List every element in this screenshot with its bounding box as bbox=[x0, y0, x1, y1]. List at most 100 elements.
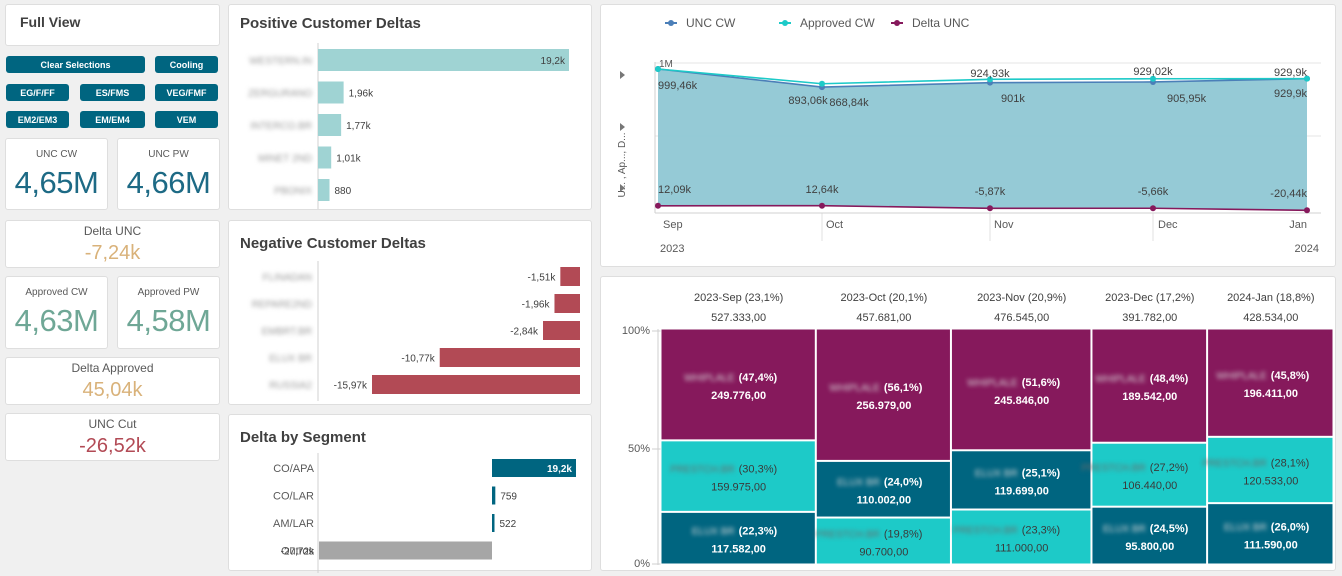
segment-value: 117.582,00 bbox=[711, 544, 765, 556]
bar bbox=[543, 321, 580, 340]
clear-selections-button[interactable]: Clear Selections bbox=[6, 56, 145, 73]
segment-name: PRESTCH.BR bbox=[1081, 463, 1145, 474]
data-label: 929,9k bbox=[1274, 67, 1308, 79]
segment-name: WHIPLALE bbox=[1095, 374, 1146, 385]
negative-deltas-chart: FLINADAN -1,51k REPARE2ND -1,96k EMBRT.BR -2,… bbox=[252, 261, 580, 401]
kpi-approved-cw: Approved CW 4,63M bbox=[5, 276, 108, 349]
segment-name: ELUX BR bbox=[1103, 524, 1146, 535]
data-point bbox=[655, 202, 661, 209]
column-total: 476.545,00 bbox=[994, 312, 1049, 324]
filter-veg-fmf-button[interactable]: VEG/FMF bbox=[155, 84, 218, 101]
kpi-unc-cw: UNC CW 4,65M bbox=[5, 138, 108, 210]
column-total: 457.681,00 bbox=[856, 312, 911, 324]
kpi-label: UNC CW bbox=[35, 149, 78, 160]
data-label: 12,64k bbox=[805, 184, 839, 196]
segment-block bbox=[1207, 436, 1334, 504]
filter-vem-button[interactable]: VEM bbox=[155, 111, 218, 128]
bar bbox=[372, 375, 580, 394]
kpi-value: 4,58M bbox=[126, 303, 211, 338]
segment-block bbox=[660, 511, 816, 565]
category-label: CO/LAR bbox=[273, 491, 314, 503]
data-label: -1,51k bbox=[528, 273, 557, 284]
data-label: -15,97k bbox=[334, 381, 368, 392]
bar bbox=[560, 267, 580, 286]
segment-name: WHIPLALE bbox=[829, 383, 880, 394]
bar bbox=[318, 179, 330, 201]
bar bbox=[318, 81, 344, 104]
segment-pct: (24,5%) bbox=[1150, 523, 1189, 535]
sheet-title-card: Full View bbox=[5, 4, 220, 46]
legend-label: Delta UNC bbox=[912, 16, 970, 30]
column-total: 428.534,00 bbox=[1243, 312, 1298, 324]
data-label: 901k bbox=[1001, 93, 1025, 105]
kpi-label: Approved CW bbox=[25, 287, 88, 298]
expand-arrow-icon bbox=[620, 71, 625, 79]
data-label: 19,2k bbox=[541, 56, 566, 67]
bar bbox=[554, 294, 580, 313]
trend-chart: UNC CW Approved CW Delta UNC1MU... , Ap...… bbox=[617, 16, 1321, 255]
segment-block bbox=[950, 450, 1092, 510]
data-label: 905,95k bbox=[1167, 93, 1207, 105]
data-label: 893,06k bbox=[788, 95, 828, 107]
data-label: 999,46k bbox=[658, 80, 698, 92]
kpi-label: Delta UNC bbox=[83, 224, 142, 238]
segment-name: WHIPLALE bbox=[1216, 371, 1267, 382]
positive-deltas-title: Positive Customer Deltas bbox=[240, 15, 421, 32]
filter-eg-f-ff-button[interactable]: EG/F/FF bbox=[6, 84, 69, 101]
data-point bbox=[1150, 205, 1156, 212]
segment-pct: (47,4%) bbox=[739, 372, 778, 384]
segment-pct: (45,8%) bbox=[1271, 370, 1310, 382]
filter-es-fms-button[interactable]: ES/FMS bbox=[80, 84, 145, 101]
data-label: 1,96k bbox=[349, 89, 374, 100]
segment-block bbox=[1091, 442, 1208, 507]
column-total: 391.782,00 bbox=[1122, 312, 1177, 324]
trend-card: UNC CW Approved CW Delta UNC 1M U... , Ap...… bbox=[600, 4, 1336, 267]
column-title: 2024-Jan (18,8%) bbox=[1227, 292, 1314, 304]
segment-pct: (28,1%) bbox=[1271, 457, 1310, 469]
positive-deltas-card: Positive Customer Deltas WESTERN.IN 19,2k… bbox=[228, 4, 592, 210]
segment-value: 249.776,00 bbox=[711, 390, 766, 402]
kpi-label: UNC PW bbox=[148, 149, 189, 160]
segment-value: 245.846,00 bbox=[994, 395, 1049, 407]
year-label: 2023 bbox=[660, 243, 684, 255]
filter-em2-em3-button[interactable]: EM2/EM3 bbox=[6, 111, 69, 128]
segment-block bbox=[815, 460, 951, 518]
negative-deltas-title: Negative Customer Deltas bbox=[240, 235, 426, 252]
data-label: 12,09k bbox=[658, 184, 692, 196]
category-label: AM/LAR bbox=[273, 518, 314, 530]
kpi-unc-cut: UNC Cut -26,52k bbox=[5, 413, 220, 461]
kpi-delta-approved: Delta Approved 45,04k bbox=[5, 357, 220, 405]
legend-marker bbox=[668, 20, 674, 26]
expand-arrow-icon bbox=[620, 123, 625, 131]
filter-em-em4-button[interactable]: EM/EM4 bbox=[80, 111, 145, 128]
kpi-value: 4,66M bbox=[126, 165, 211, 200]
segment-block bbox=[660, 328, 816, 441]
column-total: 527.333,00 bbox=[711, 312, 766, 324]
data-label: 929,02k bbox=[1133, 66, 1173, 78]
bar bbox=[318, 146, 332, 169]
x-tick-label: Oct bbox=[826, 219, 843, 231]
segment-name: PRESTCH.BR bbox=[815, 530, 879, 541]
negative-deltas-card: Negative Customer Deltas FLINADAN -1,51k R… bbox=[228, 220, 592, 405]
data-label: -27,72k bbox=[281, 547, 315, 558]
segment-block bbox=[660, 440, 816, 512]
kpi-label: Approved PW bbox=[137, 287, 200, 298]
legend-marker bbox=[782, 20, 788, 26]
data-point bbox=[655, 66, 661, 73]
segment-value: 159.975,00 bbox=[711, 482, 766, 494]
segment-name: PRESTCH.BR bbox=[953, 526, 1017, 537]
kpi-value: 4,65M bbox=[14, 165, 99, 200]
bar bbox=[318, 49, 569, 71]
data-label: 759 bbox=[500, 492, 517, 503]
data-label: -20,44k bbox=[1270, 188, 1307, 200]
segment-block bbox=[950, 509, 1092, 565]
segment-value: 90.700,00 bbox=[859, 547, 908, 559]
segment-card: Delta by Segment CO/APA 19,2k CO/LAR 759 AM/… bbox=[228, 414, 592, 573]
segment-block bbox=[1207, 503, 1334, 565]
data-label: 924,93k bbox=[970, 68, 1010, 80]
category-label: ELUX BR bbox=[269, 354, 312, 365]
kpi-approved-pw: Approved PW 4,58M bbox=[117, 276, 220, 349]
data-point bbox=[819, 202, 825, 209]
data-point bbox=[1304, 207, 1310, 214]
filter-cooling-button[interactable]: Cooling bbox=[155, 56, 218, 73]
